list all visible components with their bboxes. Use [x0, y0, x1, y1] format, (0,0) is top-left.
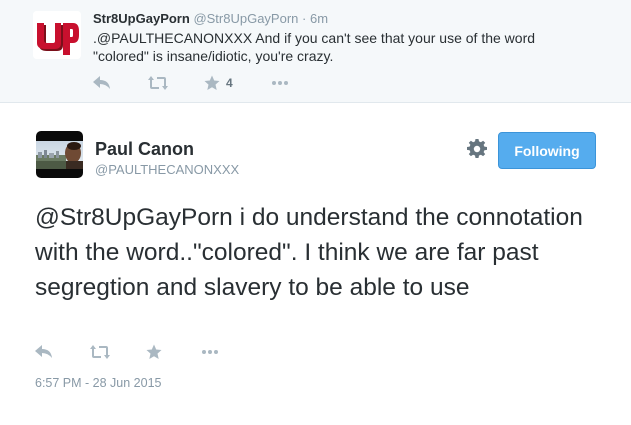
reply-icon — [93, 76, 110, 89]
author-name[interactable]: Paul Canon — [95, 139, 194, 160]
parent-tweet[interactable]: Str8UpGayPorn @Str8UpGayPorn · 6m .@PAUL… — [0, 0, 631, 103]
avatar[interactable] — [36, 131, 83, 178]
reply-button[interactable] — [93, 74, 111, 92]
retweet-button[interactable] — [148, 74, 168, 92]
parent-tweet-text: .@PAULTHECANONXXX And if you can't see t… — [93, 30, 536, 64]
more-button[interactable] — [201, 343, 219, 361]
retweet-icon — [90, 345, 110, 359]
separator: · — [302, 11, 307, 26]
gear-icon — [467, 138, 487, 158]
author-handle[interactable]: @Str8UpGayPorn — [193, 11, 298, 26]
star-icon — [204, 75, 220, 90]
favorite-button[interactable]: 4 — [204, 74, 233, 92]
more-button[interactable] — [271, 74, 289, 92]
settings-button[interactable] — [467, 138, 487, 159]
avatar[interactable] — [33, 11, 81, 59]
retweet-button[interactable] — [90, 343, 110, 361]
more-icon — [202, 350, 218, 354]
main-tweet: Paul Canon @PAULTHECANONXXX Following @S… — [0, 103, 631, 425]
reply-icon — [35, 345, 52, 358]
author-handle[interactable]: @PAULTHECANONXXX — [95, 162, 239, 177]
retweet-icon — [148, 76, 168, 90]
following-button[interactable]: Following — [498, 132, 596, 169]
tweet-timestamp[interactable]: 6:57 PM - 28 Jun 2015 — [35, 376, 161, 390]
favorite-button[interactable] — [146, 343, 162, 361]
parent-tweet-header: Str8UpGayPorn @Str8UpGayPorn · 6m — [93, 11, 328, 26]
reply-button[interactable] — [35, 343, 53, 361]
author-name[interactable]: Str8UpGayPorn — [93, 11, 190, 26]
favorite-count: 4 — [226, 76, 233, 90]
more-icon — [272, 81, 288, 85]
tweet-time[interactable]: 6m — [310, 11, 328, 26]
star-icon — [146, 344, 162, 359]
tweet-text: @Str8UpGayPorn i do understand the conno… — [35, 204, 583, 301]
